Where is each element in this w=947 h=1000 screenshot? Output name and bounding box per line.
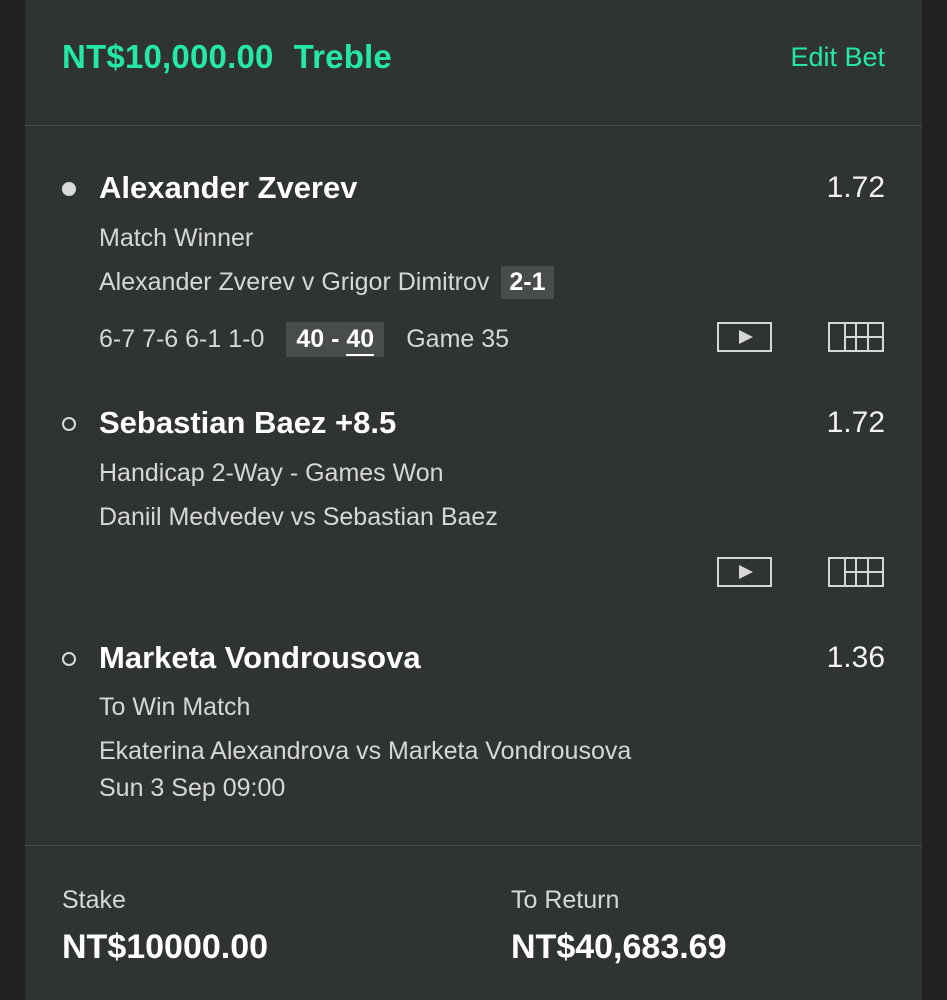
play-video-icon[interactable] [717,557,772,587]
selection-radio [62,652,76,666]
match-stats-icon[interactable] [828,322,884,352]
bet-card: NT$10,000.00 Treble Edit Bet Alexander Zv… [25,0,922,1000]
bet-type: Treble [293,38,392,75]
point-score-sep: - [324,325,347,353]
event-name: Alexander Zverev v Grigor Dimitrov 2-1 [99,266,554,299]
match-stats-icon[interactable] [828,557,884,587]
event-name: Daniil Medvedev vs Sebastian Baez [99,503,498,531]
game-number: Game 35 [406,325,510,353]
set-score-badge: 2-1 [501,266,554,299]
play-video-icon[interactable] [717,322,772,352]
event-start-time: Sun 3 Sep 09:00 [99,774,286,802]
selection-odds: 1.36 [826,641,885,674]
event-name: Ekaterina Alexandrova vs Marketa Vondrou… [99,737,632,765]
market-name: Match Winner [99,224,254,252]
stake-label: Stake [62,886,126,914]
selection-name: Sebastian Baez +8.5 [99,405,397,440]
live-score-line: 6-7 7-6 6-1 1-0 40 - 40 Game 35 [99,322,509,357]
return-value: NT$40,683.69 [511,928,727,966]
game-scores: 6-7 7-6 6-1 1-0 [99,325,265,353]
stake-value: NT$10000.00 [62,928,269,966]
selection-odds: 1.72 [826,406,885,439]
bet-amount: NT$10,000.00 [62,38,274,75]
event-teams: Alexander Zverev v Grigor Dimitrov [99,268,490,296]
bet-footer: Stake NT$10000.00 To Return NT$40,683.69 [25,845,922,1000]
selection-radio [62,417,76,431]
selection-name: Alexander Zverev [99,170,358,205]
selection-odds: 1.72 [826,171,885,204]
point-score-b: 40 [346,325,375,356]
point-score-a: 40 [296,325,325,353]
bet-header: NT$10,000.00 Treble Edit Bet [25,0,922,126]
return-label: To Return [511,886,620,914]
selection-name: Marketa Vondrousova [99,640,421,675]
edit-bet-button[interactable]: Edit Bet [790,42,885,73]
market-name: To Win Match [99,693,251,721]
market-name: Handicap 2-Way - Games Won [99,459,444,487]
point-score-badge: 40 - 40 [286,322,385,357]
bet-title: NT$10,000.00 Treble [62,38,392,76]
selection-radio [62,182,76,196]
